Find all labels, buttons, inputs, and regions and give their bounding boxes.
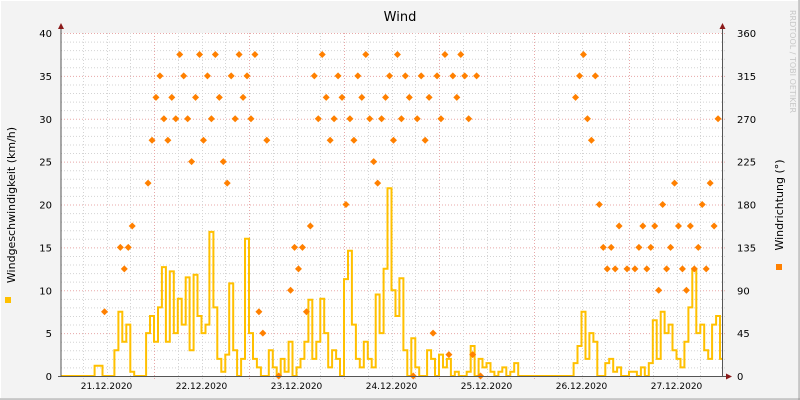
chart-title: Wind [384,10,417,25]
right-tick-label: 45 [737,329,750,340]
left-tick-label: 40 [39,29,52,40]
left-tick-label: 0 [46,372,52,383]
right-axis-label: Windrichtung (°) [773,159,786,250]
right-tick-label: 360 [737,29,756,40]
legend-direction-swatch [776,264,782,270]
right-tick-label: 90 [737,286,750,297]
left-tick-label: 30 [39,115,52,126]
left-tick-label: 20 [39,201,52,212]
wind-chart: 0 5 10 15 20 25 30 35 40 0 45 90 135 180 225 270 315 360 2… [0,0,800,400]
chart-window: 0 5 10 15 20 25 30 35 40 0 45 90 135 180 225 270 315 360 2… [0,0,800,400]
left-tick-label: 15 [39,243,52,254]
x-tick-label: 27.12.2020 [651,382,703,392]
x-tick-label: 23.12.2020 [271,382,323,392]
right-tick-label: 0 [737,372,743,383]
x-tick-label: 25.12.2020 [461,382,513,392]
left-tick-label: 35 [39,72,52,83]
right-tick-label: 225 [737,158,756,169]
legend-speed-swatch [5,297,11,303]
right-tick-label: 315 [737,72,756,83]
x-tick-label: 21.12.2020 [81,382,133,392]
left-axis-label: Windgeschwindigkeit (km/h) [5,127,18,283]
left-tick-label: 5 [46,329,52,340]
left-tick-label: 10 [39,286,52,297]
x-tick-label: 24.12.2020 [366,382,418,392]
left-tick-label: 25 [39,158,52,169]
x-tick-label: 26.12.2020 [556,382,608,392]
watermark: RRDTOOL / TOBI OETIKER [788,10,797,113]
right-tick-label: 270 [737,115,756,126]
x-tick-label: 22.12.2020 [176,382,228,392]
right-tick-label: 180 [737,201,756,212]
right-tick-label: 135 [737,243,756,254]
